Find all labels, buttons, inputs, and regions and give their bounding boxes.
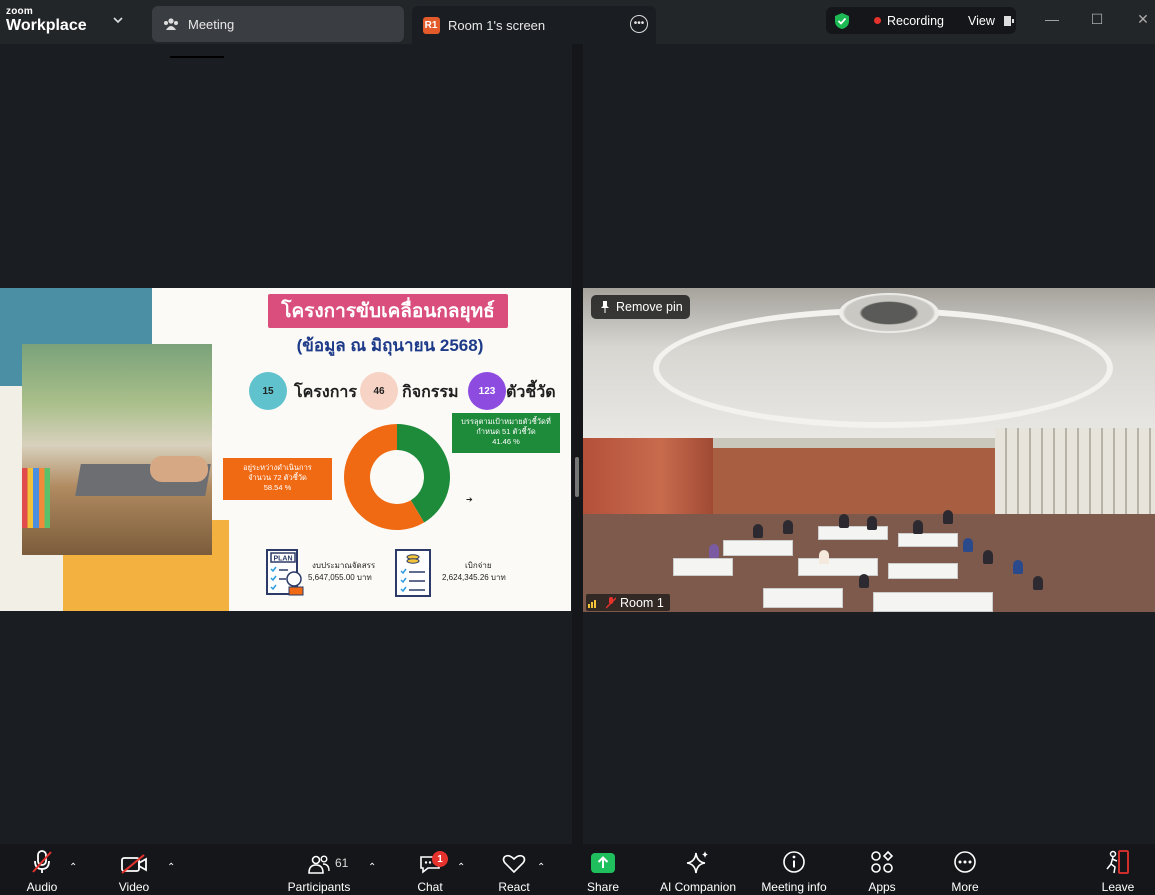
shared-screen-slide: โครงการขับเคลื่อนกลยุทธ์ (ข้อมูล ณ มิถุน…: [0, 288, 571, 611]
ai-companion-button[interactable]: AI Companion: [658, 844, 738, 895]
brand-big: Workplace: [6, 17, 87, 34]
more-label: More: [951, 880, 979, 894]
audio-options-caret[interactable]: ⌃: [69, 862, 77, 873]
title-bar: zoom Workplace Meeting R1 Room 1's scree…: [0, 0, 1155, 44]
pin-icon: [601, 301, 609, 313]
close-icon[interactable]: ✕: [1136, 12, 1150, 26]
heart-icon: [502, 854, 526, 874]
arrow-icon: ➔: [466, 495, 473, 504]
stat-projects-label: โครงการ: [294, 384, 357, 401]
achieved-box: บรรลุตามเป้าหมายตัวชี้วัดที่ กำหนด 51 ตั…: [452, 413, 560, 453]
more-icon[interactable]: •••: [630, 15, 648, 33]
view-layout-icon: [1003, 15, 1014, 26]
leave-button[interactable]: Leave: [1098, 844, 1138, 895]
share-button[interactable]: Share: [583, 844, 623, 895]
resize-handle[interactable]: [575, 457, 579, 497]
in-progress-line2: จำนวน 72 ตัวชี้วัด: [248, 473, 307, 482]
stat-indicators-label: ตัวชี้วัด: [506, 384, 556, 401]
participants-icon: [308, 855, 330, 874]
chat-options-caret[interactable]: ⌃: [457, 862, 465, 873]
shield-icon: [835, 12, 849, 29]
meeting-info-label: Meeting info: [761, 880, 827, 894]
signal-icon: [588, 599, 596, 608]
video-label: Video: [118, 880, 150, 894]
spent-value: 2,624,345.26 บาท: [442, 573, 506, 582]
achieved-line1: บรรลุตามเป้าหมายตัวชี้วัดที่: [461, 417, 551, 426]
video-options-caret[interactable]: ⌃: [167, 862, 175, 873]
tab-meeting[interactable]: Meeting: [152, 6, 404, 42]
slide-subtitle: (ข้อมูล ณ มิถุนายน 2568): [296, 336, 484, 355]
apps-button[interactable]: Apps: [862, 844, 902, 895]
video-off-icon: [121, 854, 147, 874]
in-progress-line1: อยู่ระหว่างดำเนินการ: [243, 463, 312, 472]
participants-count: 61: [335, 856, 349, 870]
remove-pin-label: Remove pin: [616, 300, 683, 314]
slide-title: โครงการขับเคลื่อนกลยุทธ์: [268, 294, 508, 328]
video-button[interactable]: Video: [114, 844, 154, 895]
react-options-caret[interactable]: ⌃: [537, 862, 545, 873]
room-camera-feed[interactable]: [583, 288, 1155, 612]
maximize-icon[interactable]: ☐: [1090, 12, 1104, 26]
minimize-icon[interactable]: —: [1045, 12, 1059, 26]
stat-indicators-value: 123: [468, 372, 506, 410]
audio-button[interactable]: Audio: [22, 844, 62, 895]
apps-label: Apps: [868, 880, 896, 894]
recording-indicator[interactable]: Recording View: [826, 7, 1016, 34]
participant-name: Room 1: [620, 595, 664, 610]
tab-room-label: Room 1's screen: [448, 17, 546, 33]
budget-value: 5,647,055.00 บาท: [308, 573, 372, 582]
in-progress-box: อยู่ระหว่างดำเนินการ จำนวน 72 ตัวชี้วัด …: [223, 458, 332, 500]
in-progress-line3: 58.54 %: [263, 483, 292, 492]
spent-label: เบิกจ่าย: [465, 561, 492, 570]
budget-label: งบประมาณจัดสรร: [312, 561, 376, 570]
more-button[interactable]: More: [945, 844, 985, 895]
muted-mic-icon: [606, 596, 616, 608]
mic-muted-icon: [32, 850, 52, 873]
tiny-frame: [170, 44, 224, 58]
achieved-line3: 41.46 %: [492, 437, 520, 446]
leave-icon: [1106, 850, 1129, 874]
meeting-info-button[interactable]: Meeting info: [758, 844, 830, 895]
room-badge: R1: [422, 16, 440, 34]
laptop-photo: [22, 344, 212, 555]
react-button[interactable]: React: [494, 844, 534, 895]
participants-options-caret[interactable]: ⌃: [368, 862, 376, 873]
chevron-down-icon[interactable]: [112, 14, 124, 26]
tab-meeting-label: Meeting: [188, 16, 235, 32]
checklist-document-icon: [395, 549, 431, 597]
info-icon: [783, 851, 805, 873]
tab-room-screen[interactable]: R1 Room 1's screen •••: [412, 6, 656, 44]
stat-activities-value: 46: [360, 372, 398, 410]
stat-activities-label: กิจกรรม: [402, 384, 459, 401]
ai-companion-label: AI Companion: [659, 880, 737, 894]
achieved-line2: กำหนด 51 ตัวชี้วัด: [476, 427, 536, 436]
react-label: React: [498, 880, 530, 894]
donut-chart: [344, 424, 450, 530]
sparkle-icon: [686, 851, 708, 874]
leave-label: Leave: [1101, 880, 1135, 894]
participants-label: Participants: [287, 880, 351, 894]
audio-label: Audio: [26, 880, 58, 894]
participant-name-tag: Room 1: [586, 594, 670, 611]
chat-unread-badge: 1: [432, 851, 448, 867]
apps-icon: [871, 850, 894, 873]
plan-tag: PLAN: [273, 556, 292, 563]
zoom-logo[interactable]: zoom Workplace: [6, 6, 116, 38]
record-dot-icon: [874, 17, 881, 24]
meeting-toolbar: Audio ⌃ Video ⌃ Participants 61 ⌃ Chat 1…: [0, 844, 1155, 895]
remove-pin-button[interactable]: Remove pin: [591, 295, 690, 319]
recording-label: Recording: [887, 13, 944, 28]
plan-document-icon: PLAN: [266, 549, 304, 596]
view-button[interactable]: View: [968, 14, 995, 28]
stat-projects-value: 15: [249, 372, 287, 410]
people-icon: [162, 15, 180, 33]
chat-label: Chat: [417, 880, 443, 894]
brand-small: zoom: [6, 6, 33, 17]
split-divider: [572, 44, 583, 844]
more-dots-icon: [954, 851, 976, 873]
share-label: Share: [586, 880, 620, 894]
share-screen-icon: [591, 853, 615, 873]
